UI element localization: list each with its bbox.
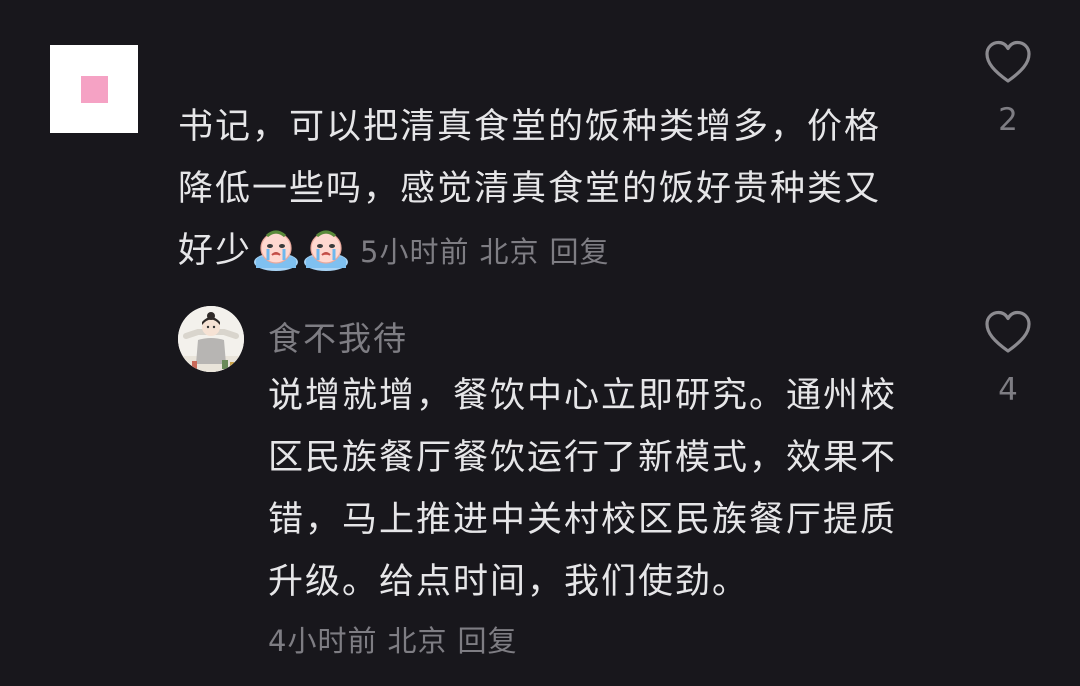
comment-line-last: 好少 5小时前 北京 回复 bbox=[178, 220, 938, 283]
crying-emoji-icon bbox=[254, 230, 299, 271]
comment-location: 北京 bbox=[479, 235, 540, 269]
reply-line: 区民族餐厅餐饮运行了新模式，效果不 bbox=[268, 438, 898, 478]
comment-thread: 书记，可以把清真食堂的饭种类增多，价格 降低一些吗，感觉清真食堂的饭好贵种类又 … bbox=[0, 0, 1080, 686]
like-count: 2 bbox=[998, 102, 1018, 138]
comment-line: 书记，可以把清真食堂的饭种类增多，价格 bbox=[178, 107, 882, 147]
comment-line-text: 好少 bbox=[178, 231, 253, 271]
crying-emoji-icon bbox=[304, 230, 349, 271]
comment-time: 5小时前 bbox=[360, 235, 470, 269]
reply-time: 4小时前 bbox=[268, 624, 378, 658]
reply-line: 升级。给点时间，我们使劲。 bbox=[268, 562, 750, 602]
reply-line: 说增就增，餐饮中心立即研究。通州校 bbox=[268, 376, 898, 416]
comment-line: 降低一些吗，感觉清真食堂的饭好贵种类又 bbox=[178, 169, 882, 209]
avatar-pink-square bbox=[81, 76, 108, 103]
like-count: 4 bbox=[998, 372, 1018, 408]
reply-like: 4 bbox=[978, 310, 1038, 408]
avatar-illustration bbox=[178, 306, 244, 372]
reply-line: 错，马上推进中关村校区民族餐厅提质 bbox=[268, 500, 898, 540]
reply-body: 说增就增，餐饮中心立即研究。通州校 区民族餐厅餐饮运行了新模式，效果不 错，马上… bbox=[268, 365, 958, 613]
reply-location: 北京 bbox=[387, 624, 448, 658]
comment-like: 2 bbox=[978, 40, 1038, 138]
reply-meta: 4小时前 北京 回复 bbox=[268, 618, 527, 660]
comment-meta: 5小时前 北京 回复 bbox=[360, 235, 619, 269]
reply-avatar[interactable] bbox=[178, 306, 244, 372]
heart-icon[interactable] bbox=[984, 310, 1032, 354]
comment-body: 书记，可以把清真食堂的饭种类增多，价格 降低一些吗，感觉清真食堂的饭好贵种类又 … bbox=[178, 96, 938, 283]
heart-icon[interactable] bbox=[984, 40, 1032, 84]
reply-button[interactable]: 回复 bbox=[549, 235, 609, 269]
reply-reply-button[interactable]: 回复 bbox=[457, 624, 517, 658]
reply-author[interactable]: 食不我待 bbox=[268, 312, 408, 360]
avatar[interactable] bbox=[50, 45, 138, 133]
